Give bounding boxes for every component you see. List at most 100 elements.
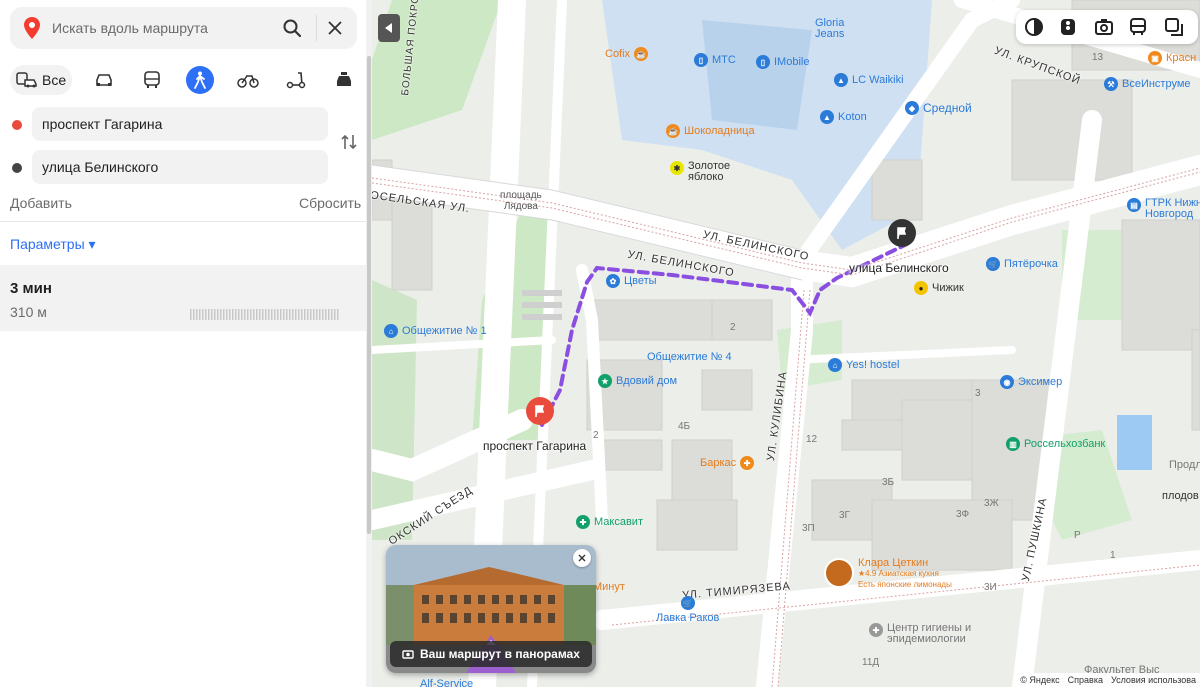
terms-link[interactable]: Условия использова [1111, 675, 1196, 685]
elevation-tick [229, 309, 231, 320]
poi-cofix[interactable]: Cofix ☕ [605, 47, 649, 61]
divider [0, 221, 366, 222]
map-canvas[interactable]: СНОСЕЛЬСКАЯ УЛ. БОЛЬШАЯ ПОКРОВСКАЯ УЛ. У… [372, 0, 1200, 687]
swap-icon[interactable] [340, 133, 360, 153]
hostel-icon: ⌂ [384, 324, 398, 338]
restaurant-icon: ✚ [740, 456, 755, 470]
poi-minut[interactable]: Минут [593, 581, 625, 593]
panel-scrollbar-thumb[interactable] [367, 56, 371, 534]
elevation-tick [193, 309, 195, 320]
close-icon[interactable] [573, 549, 591, 567]
from-field[interactable]: проспект Гагарина [32, 107, 328, 141]
route-start-marker[interactable] [526, 397, 554, 425]
house-number: 3Б [882, 477, 895, 488]
taxi-icon[interactable] [330, 66, 358, 94]
car-icon[interactable] [90, 66, 118, 94]
close-icon[interactable] [321, 14, 349, 42]
poi-eksimer[interactable]: ◉ Эксимер [1000, 375, 1062, 389]
poi-obshchezhitie-4[interactable]: Общежитие № 4 [647, 351, 732, 363]
chevron-left-icon [385, 23, 392, 33]
route-end-marker[interactable] [888, 219, 916, 247]
poi-obshchezhitie-1[interactable]: ⌂ Общежитие № 1 [384, 324, 487, 338]
collapse-panel-button[interactable] [378, 14, 400, 42]
poi-shokoladnitsa[interactable]: ☕ Шоколадница [666, 124, 755, 138]
bicycle-icon[interactable] [234, 66, 262, 94]
cafe-icon: ☕ [634, 47, 649, 61]
scooter-icon[interactable] [282, 66, 310, 94]
search-icon[interactable] [278, 14, 306, 42]
phone-icon: ▯ [694, 53, 708, 67]
panorama-preview-card[interactable]: Ваш маршрут в панорамах [386, 545, 596, 673]
elevation-tick [232, 309, 234, 320]
house-number: 1 [1110, 550, 1116, 561]
layers-icon[interactable] [1163, 16, 1185, 38]
house-number: 3П [802, 523, 815, 534]
poi-mts[interactable]: ▯ МТС [694, 53, 736, 67]
cosmetics-icon: ✱ [670, 161, 684, 175]
elevation-tick [241, 309, 243, 320]
poi-vseinstrumenty[interactable]: ⚒ ВсеИнструме [1104, 77, 1191, 91]
elevation-tick [307, 309, 309, 320]
elevation-tick [280, 309, 282, 320]
grocery-icon: 🛒 [680, 596, 695, 610]
poi-chizhik[interactable]: ● Чижик [914, 281, 964, 295]
poi-tsvety[interactable]: ✿ Цветы [606, 274, 657, 288]
poi-barkas[interactable]: Баркас ✚ [700, 456, 755, 470]
poi-vdovy-dom[interactable]: ★ Вдовий дом [598, 374, 677, 388]
elevation-tick [337, 309, 339, 320]
phone-icon: ▯ [756, 55, 770, 69]
poi-klara-tsetkin[interactable]: Клара Цеткин ★4.9 Азиатская кухня Есть япо… [824, 558, 952, 590]
map-type-icon[interactable] [1023, 16, 1045, 38]
poi-zolotoe-yabloko[interactable]: ✱ Золотое яблоко [670, 161, 730, 183]
poi-prodle[interactable]: Продле [1169, 459, 1200, 471]
elevation-tick [202, 309, 204, 320]
poi-yes-hostel[interactable]: ⌂ Yes! hostel [828, 358, 899, 372]
panorama-icon [402, 650, 414, 659]
poi-centr-gigieny[interactable]: ✚ Центр гигиены и эпидемиологии [869, 623, 971, 645]
poi-plodov[interactable]: плодов [1162, 490, 1199, 502]
clothing-icon: ▲ [820, 110, 834, 124]
elevation-tick [322, 309, 324, 320]
elevation-tick [190, 309, 192, 320]
help-link[interactable]: Справка [1068, 675, 1103, 685]
poi-maksavit[interactable]: ✚ Максавит [576, 515, 643, 529]
poi-gtrk[interactable]: ▤ ГТРК Нижн Новгород [1127, 198, 1200, 220]
route-start-label: проспект Гагарина [483, 439, 587, 453]
parameters-dropdown[interactable]: Параметры ▾ [10, 236, 96, 253]
cafe-icon: ☕ [666, 124, 680, 138]
add-waypoint-button[interactable]: Добавить [10, 195, 72, 211]
search-input[interactable] [52, 7, 282, 49]
poi-sredny[interactable]: ◆ Средной [905, 101, 972, 115]
pedestrian-icon[interactable] [186, 66, 214, 94]
from-dot [12, 120, 22, 130]
elevation-tick [211, 309, 213, 320]
poi-imobile[interactable]: ▯ IMobile [756, 55, 809, 69]
elevation-tick [199, 309, 201, 320]
route-option[interactable]: 3 мин 310 м [0, 265, 366, 331]
poi-lavka-rakov[interactable]: 🛒 Лавка Раков [656, 596, 719, 624]
to-field[interactable]: улица Белинского [32, 150, 328, 184]
elevation-tick [253, 309, 255, 320]
elevation-tick [262, 309, 264, 320]
copyright-link[interactable]: © Яндекс [1020, 675, 1059, 685]
mode-all-button[interactable]: Все [10, 65, 72, 95]
elevation-tick [265, 309, 267, 320]
bus-icon[interactable] [138, 66, 166, 94]
poi-rosselkhozbank[interactable]: ▥ Россельхозбанк [1006, 437, 1105, 451]
reset-button[interactable]: Сбросить [299, 195, 361, 211]
panorama-icon[interactable] [1093, 16, 1115, 38]
poi-lc-waikiki[interactable]: ▲ LC Waikiki [834, 73, 904, 87]
restaurant-photo-icon [824, 558, 854, 588]
poi-gloria-jeans[interactable]: Gloria Jeans [815, 18, 844, 40]
all-modes-icon [16, 72, 37, 88]
transport-layer-icon[interactable] [1127, 16, 1149, 38]
poi-pyaterochka[interactable]: 🛒 Пятёрочка [986, 257, 1058, 271]
elevation-tick [268, 309, 270, 320]
poi-koton[interactable]: ▲ Koton [820, 110, 867, 124]
poi-alf-service[interactable]: Alf-Service [420, 678, 473, 687]
traffic-icon[interactable] [1057, 16, 1079, 38]
shop-icon: ◆ [905, 101, 919, 115]
poi-krasnoe[interactable]: ▣ Красн [1148, 51, 1196, 65]
elevation-tick [238, 309, 240, 320]
elevation-tick [196, 309, 198, 320]
